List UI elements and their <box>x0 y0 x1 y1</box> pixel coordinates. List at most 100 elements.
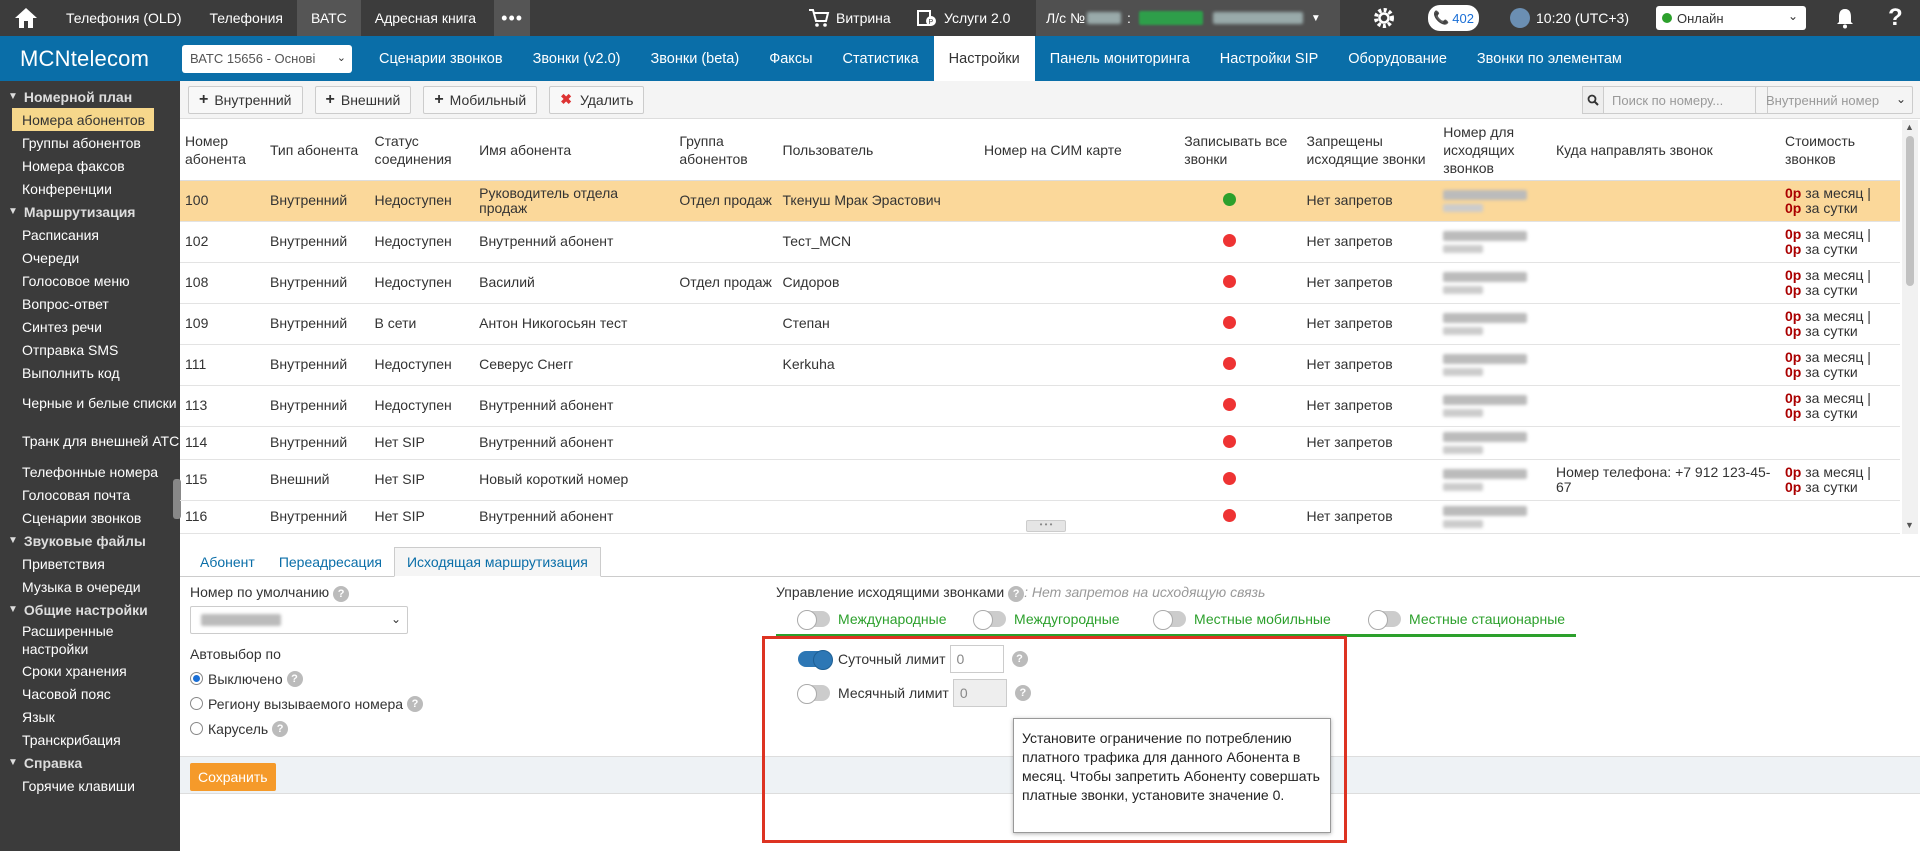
tab-subscriber[interactable]: Абонент <box>188 547 267 577</box>
sidebar-item[interactable]: Выполнить код <box>0 361 180 384</box>
column-header[interactable]: Статус соединения <box>369 120 475 181</box>
column-header[interactable]: Пользователь <box>777 120 979 181</box>
radio-off[interactable]: Выключено ? <box>190 666 423 691</box>
table-row[interactable]: 113 Внутренний Недоступен Внутренний абонен… <box>180 385 1900 427</box>
sidebar-item[interactable]: Транскрибация <box>0 728 180 751</box>
radio-carousel[interactable]: Карусель ? <box>190 716 423 741</box>
column-header[interactable]: Запрещены исходящие звонки <box>1301 120 1439 181</box>
table-row[interactable]: 108 Внутренний Недоступен Василий Отдел прод… <box>180 262 1900 304</box>
add-mobile-button[interactable]: + Мобильный <box>423 85 538 114</box>
add-internal-button[interactable]: + Внутренний <box>188 85 303 114</box>
more-menu-button[interactable]: ••• <box>494 0 531 36</box>
account-selector[interactable]: Л/с № : ▼ <box>1036 0 1340 36</box>
table-resize-handle[interactable]: • • • <box>1026 520 1066 532</box>
column-header[interactable]: Куда направлять звонок <box>1550 120 1780 181</box>
help-icon[interactable]: ? <box>272 720 289 737</box>
sidebar-item[interactable]: Телефонные номера <box>0 460 180 483</box>
sidebar-section[interactable]: ▼ Номерной план <box>0 85 180 108</box>
nav-tab-settings[interactable]: Настройки <box>933 36 1035 81</box>
tab-outgoing-routing[interactable]: Исходящая маршрутизация <box>393 547 601 577</box>
default-number-select[interactable]: ⌄ <box>190 606 408 634</box>
sidebar-item[interactable]: Голосовое меню <box>0 269 180 292</box>
sidebar-item[interactable]: Номера абонентов <box>12 108 154 131</box>
column-header[interactable]: Тип абонента <box>265 120 370 181</box>
services-link[interactable]: P Услуги 2.0 <box>916 0 1010 36</box>
nav-tab-equipment[interactable]: Оборудование <box>1333 36 1462 81</box>
scrollbar-thumb[interactable] <box>1906 136 1914 286</box>
sidebar-item[interactable]: Конференции <box>0 177 180 200</box>
column-header[interactable]: Номер на СИМ карте <box>978 120 1180 181</box>
sidebar-section[interactable]: ▼ Звуковые файлы <box>0 529 180 552</box>
sidebar-item[interactable]: Черные и белые списки <box>0 384 180 422</box>
column-header[interactable]: Номер для исходящих звонков <box>1438 120 1551 181</box>
gear-icon[interactable] <box>1372 0 1396 36</box>
record-status-icon[interactable] <box>1223 434 1237 448</box>
top-tab-telephony[interactable]: Телефония <box>195 0 296 36</box>
toggle-international[interactable] <box>797 610 830 630</box>
sidebar-item[interactable]: Сроки хранения <box>0 659 180 682</box>
nav-tab-sip-settings[interactable]: Настройки SIP <box>1205 36 1334 81</box>
column-header[interactable]: Записывать все звонки <box>1179 120 1302 181</box>
sidebar-item[interactable]: Часовой пояс <box>0 682 180 705</box>
table-row[interactable]: 102 Внутренний Недоступен Внутренний абонен… <box>180 221 1900 263</box>
sidebar-item[interactable]: Музыка в очереди <box>0 575 180 598</box>
record-status-icon[interactable] <box>1223 315 1237 329</box>
search-input[interactable]: Поиск по номеру... <box>1604 86 1768 114</box>
radio-region[interactable]: Региону вызываемого номера ? <box>190 691 423 716</box>
column-header[interactable]: Группа абонентов <box>674 120 778 181</box>
record-status-icon[interactable] <box>1223 397 1237 411</box>
add-external-button[interactable]: + Внешний <box>314 85 412 114</box>
search-icon[interactable] <box>1582 86 1604 114</box>
sidebar-item[interactable]: Транк для внешней АТС <box>0 422 180 460</box>
table-row[interactable]: 109 Внутренний В сети Антон Никогосьян тест… <box>180 303 1900 345</box>
scroll-up-icon[interactable]: ▲ <box>1905 122 1914 132</box>
tab-forwarding[interactable]: Переадресация <box>267 547 394 577</box>
nav-tab-calls-beta[interactable]: Звонки (beta) <box>635 36 754 81</box>
nav-tab-statistics[interactable]: Статистика <box>828 36 934 81</box>
table-row[interactable]: Номер телефона:0р за месяц |0р за сутки <box>180 533 1900 534</box>
home-icon[interactable] <box>0 0 52 36</box>
table-row[interactable]: 115 Внешний Нет SIP Новый короткий номер Ном… <box>180 459 1900 501</box>
record-status-icon[interactable] <box>1223 274 1237 288</box>
bell-icon[interactable] <box>1835 0 1855 36</box>
help-icon[interactable]: ? <box>406 695 423 712</box>
sidebar-item[interactable]: Расширенные настройки <box>0 621 180 659</box>
toggle-local-landline[interactable] <box>1368 610 1401 630</box>
sidebar-item[interactable]: Язык <box>0 705 180 728</box>
sidebar-item[interactable]: Сценарии звонков <box>0 506 180 529</box>
radio-button[interactable] <box>190 697 203 710</box>
vats-select[interactable]: ВАТС 15656 - Основі ⌄ <box>182 44 352 73</box>
time-zone[interactable]: 10:20 (UTC+3) <box>1510 0 1629 36</box>
table-scrollbar[interactable]: ▲ ▼ <box>1902 120 1918 534</box>
sidebar-item[interactable]: Синтез речи <box>0 315 180 338</box>
toggle-long-distance[interactable] <box>973 610 1006 630</box>
help-icon[interactable]: ? <box>333 586 350 602</box>
radio-button[interactable] <box>190 722 203 735</box>
radio-button-selected[interactable] <box>190 672 203 685</box>
sidebar-item[interactable]: Группы абонентов <box>0 131 180 154</box>
column-header[interactable]: Стоимость звонков <box>1780 120 1900 181</box>
help-icon[interactable]: ? <box>1888 0 1903 36</box>
sidebar-item[interactable]: Вопрос-ответ <box>0 292 180 315</box>
column-header[interactable]: Номер абонента <box>180 120 265 181</box>
showcase-link[interactable]: Витрина <box>808 0 891 36</box>
sidebar-item[interactable]: Расписания <box>0 223 180 246</box>
sidebar-item[interactable]: Номера факсов <box>0 154 180 177</box>
sidebar-item[interactable]: Приветствия <box>0 552 180 575</box>
toggle-local-mobile[interactable] <box>1153 610 1186 630</box>
sidebar-item[interactable]: Очереди <box>0 246 180 269</box>
top-tab-address-book[interactable]: Адресная книга <box>361 0 490 36</box>
number-type-select[interactable]: Внутренний номер ⌄ <box>1755 86 1913 114</box>
column-header[interactable]: Имя абонента <box>474 120 675 181</box>
nav-tab-faxes[interactable]: Факсы <box>754 36 827 81</box>
record-status-icon[interactable] <box>1223 471 1237 485</box>
record-status-icon[interactable] <box>1223 192 1237 206</box>
scroll-down-icon[interactable]: ▼ <box>1905 520 1914 530</box>
status-select[interactable]: Онлайн ⌄ <box>1656 0 1806 36</box>
record-status-icon[interactable] <box>1223 508 1237 522</box>
table-row[interactable]: 114 Внутренний Нет SIP Внутренний абонент Не… <box>180 426 1900 460</box>
sidebar-item[interactable]: Горячие клавиши <box>0 774 180 797</box>
help-icon[interactable]: ? <box>286 670 303 687</box>
help-icon[interactable]: ? <box>1008 586 1025 602</box>
top-tab-telephony-old[interactable]: Телефония (OLD) <box>52 0 195 36</box>
